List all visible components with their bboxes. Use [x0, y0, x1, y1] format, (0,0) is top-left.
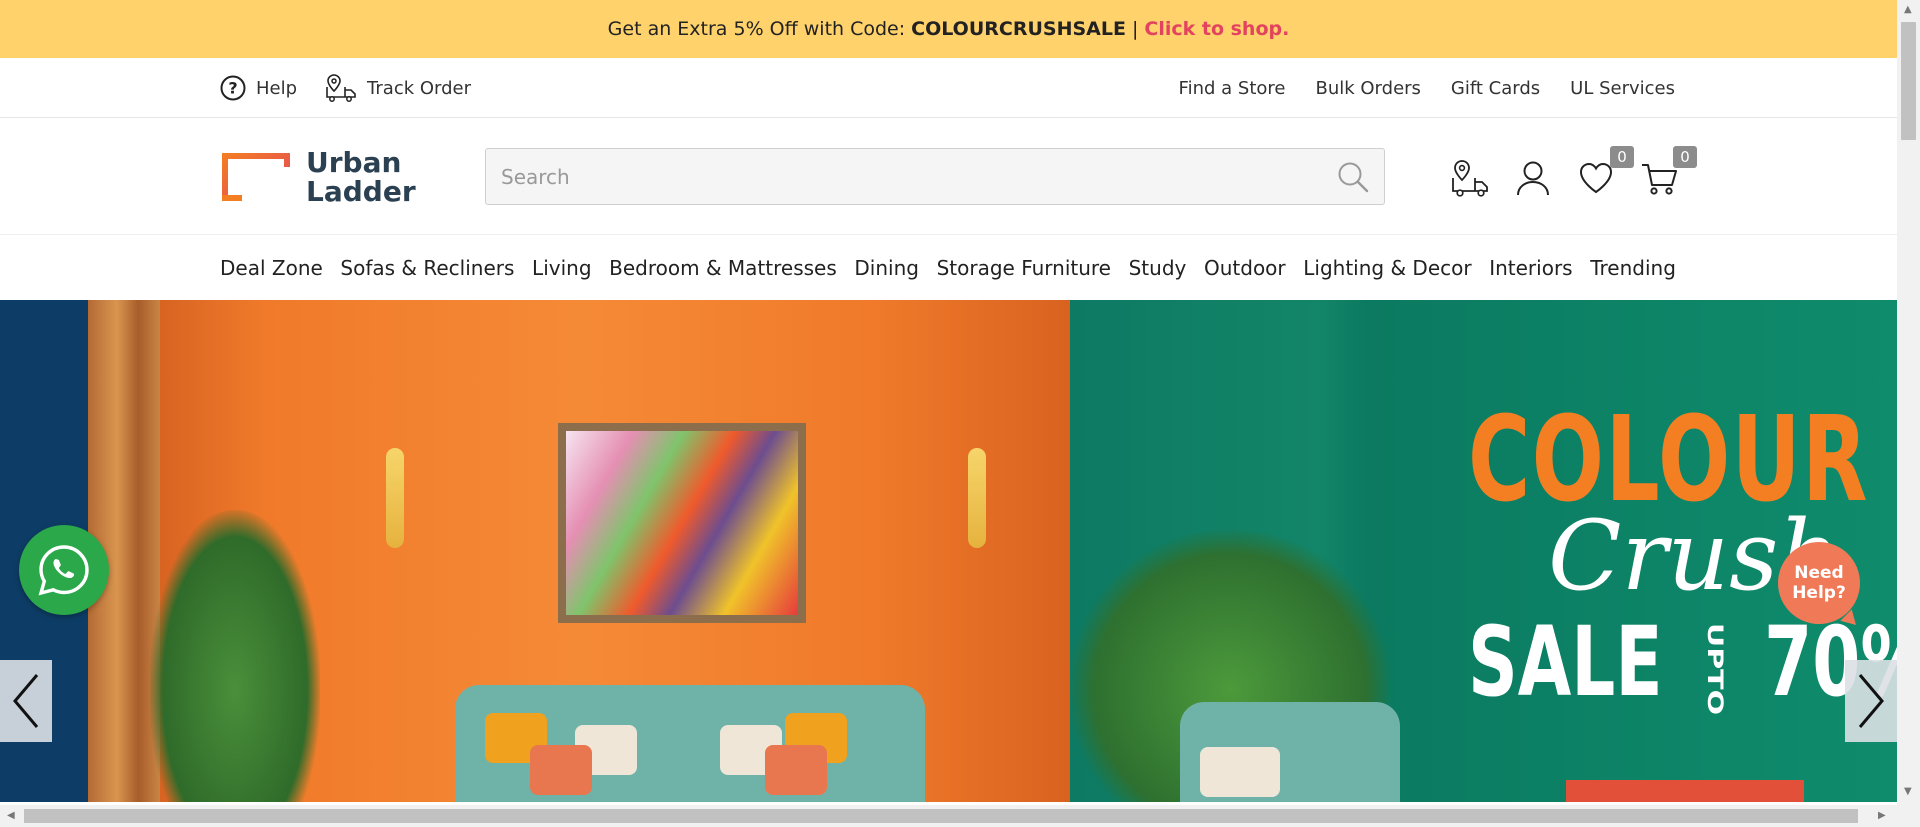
site-header: Urban Ladder 0 0	[0, 118, 1897, 235]
hero-upto: UPTO	[1701, 622, 1728, 715]
scroll-down-arrow-icon[interactable]: ▼	[1904, 786, 1912, 797]
help-link[interactable]: ? Help	[220, 75, 297, 101]
promo-shop-link[interactable]: Click to shop.	[1144, 18, 1289, 40]
wall-lamp-left	[386, 448, 404, 548]
plant-left	[150, 510, 320, 802]
gift-cards-link[interactable]: Gift Cards	[1451, 78, 1540, 99]
user-icon	[1517, 161, 1549, 196]
promo-banner[interactable]: Get an Extra 5% Off with Code: COLOURCRU…	[0, 0, 1897, 58]
wall-painting	[558, 423, 806, 623]
help-label: Help	[256, 77, 298, 99]
chevron-right-icon	[1858, 674, 1884, 728]
carousel-next-button[interactable]	[1845, 660, 1897, 742]
store-locator-button[interactable]	[1450, 158, 1490, 198]
hero-banner[interactable]: COLOUR Crush SALE UPTO 70%	[0, 300, 1897, 802]
logo-line2: Ladder	[306, 175, 416, 208]
wishlist-button[interactable]: 0	[1576, 146, 1634, 198]
horizontal-scroll-thumb[interactable]	[24, 809, 1858, 823]
find-store-link[interactable]: Find a Store	[1179, 78, 1286, 99]
main-nav: Deal Zone Sofas & Recliners Living Bedro…	[0, 235, 1897, 300]
cart-count-badge: 0	[1673, 146, 1697, 168]
nav-deal-zone[interactable]: Deal Zone	[220, 256, 323, 280]
carousel-prev-button[interactable]	[0, 660, 52, 742]
urban-ladder-logo[interactable]: Urban Ladder	[220, 148, 416, 206]
hero-line-sale: SALE UPTO 70%	[1468, 614, 1897, 715]
search-bar	[485, 148, 1385, 205]
logo-line1: Urban	[306, 146, 402, 179]
vertical-scrollbar[interactable]: ▲ ▼	[1897, 0, 1920, 805]
scroll-up-arrow-icon[interactable]: ▲	[1904, 4, 1912, 15]
scroll-right-arrow-icon[interactable]: ▶	[1878, 810, 1886, 821]
whatsapp-chat-button[interactable]	[19, 525, 109, 615]
delivery-truck-icon	[326, 74, 356, 102]
help-icon: ?	[220, 75, 246, 101]
nav-interiors[interactable]: Interiors	[1489, 256, 1572, 280]
search-icon[interactable]	[1336, 160, 1370, 194]
ul-services-link[interactable]: UL Services	[1570, 78, 1675, 99]
track-order-link[interactable]: Track Order	[325, 73, 471, 103]
utility-bar: ? Help Track Order Find a Store Bulk Ord…	[0, 58, 1897, 118]
track-order-label: Track Order	[367, 77, 472, 99]
svg-text:?: ?	[228, 79, 237, 98]
nav-living[interactable]: Living	[532, 256, 591, 280]
bulk-orders-link[interactable]: Bulk Orders	[1315, 78, 1420, 99]
search-input[interactable]	[486, 149, 1384, 204]
chevron-left-icon	[13, 674, 39, 728]
whatsapp-icon	[38, 545, 89, 596]
nav-lighting-decor[interactable]: Lighting & Decor	[1303, 256, 1471, 280]
wishlist-count-badge: 0	[1610, 146, 1634, 168]
nav-storage-furniture[interactable]: Storage Furniture	[937, 256, 1111, 280]
horizontal-scrollbar[interactable]: ◀ ▶	[0, 805, 1920, 827]
hero-sale-word: SALE	[1468, 606, 1663, 718]
logo-mark-icon	[222, 153, 290, 201]
nav-sofas-recliners[interactable]: Sofas & Recliners	[340, 256, 514, 280]
need-help-chat-button[interactable]: Need Help?	[1778, 542, 1860, 624]
nav-study[interactable]: Study	[1129, 256, 1187, 280]
scroll-left-arrow-icon[interactable]: ◀	[7, 810, 15, 821]
wall-lamp-right	[968, 448, 986, 548]
hero-shop-now-button[interactable]	[1566, 780, 1804, 802]
armchair-image	[1180, 702, 1400, 802]
nav-bedroom-mattresses[interactable]: Bedroom & Mattresses	[609, 256, 837, 280]
nav-dining[interactable]: Dining	[854, 256, 919, 280]
promo-text: Get an Extra 5% Off with Code:	[607, 18, 906, 40]
account-button[interactable]	[1513, 158, 1553, 198]
vertical-scroll-thumb[interactable]	[1901, 22, 1916, 140]
nav-outdoor[interactable]: Outdoor	[1204, 256, 1286, 280]
hero-line-colour: COLOUR	[1468, 390, 1869, 528]
nav-trending[interactable]: Trending	[1590, 256, 1676, 280]
delivery-location-icon	[1452, 160, 1488, 197]
promo-code: COLOURCRUSHSALE	[911, 18, 1126, 40]
sofa-image	[455, 685, 925, 802]
promo-separator: |	[1131, 18, 1139, 40]
cart-button[interactable]: 0	[1639, 146, 1697, 198]
